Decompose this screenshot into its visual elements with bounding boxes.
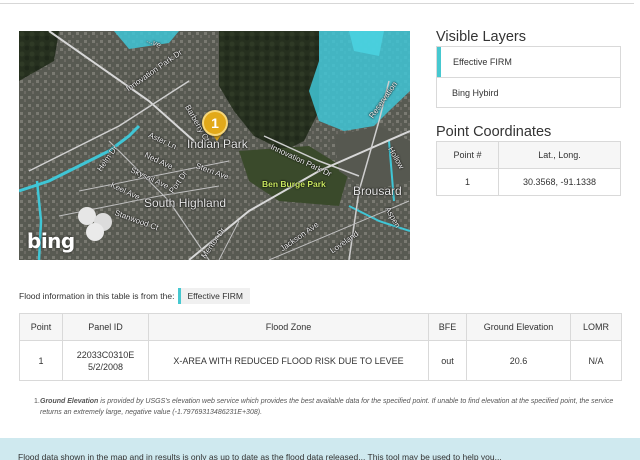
map-point-marker[interactable]: 1 xyxy=(202,110,228,136)
visible-layers-title: Visible Layers xyxy=(436,29,527,45)
table-row: 1 30.3568, -91.1338 xyxy=(436,168,621,196)
map-view[interactable]: Innovation Park Dr Barberry Ct Aster Ln … xyxy=(19,31,410,260)
cell-bfe: out xyxy=(428,340,467,381)
flood-source-prefix: Flood information in this table is from … xyxy=(19,291,175,301)
bottom-banner-text: Flood data shown in the map and in resul… xyxy=(18,452,502,460)
col-header-lomr: LOMR xyxy=(570,313,622,341)
map-label-ben-burge-park: Ben Burge Park xyxy=(262,179,326,189)
top-divider xyxy=(0,3,634,4)
point-coordinates-title: Point Coordinates xyxy=(436,124,552,140)
flood-source-line: Flood information in this table is from … xyxy=(19,288,251,304)
panel-id-value: 22033C0310E xyxy=(76,349,135,360)
flood-source-badge: Effective FIRM xyxy=(178,288,251,304)
col-header-point: Point xyxy=(19,313,63,341)
col-header-bfe: BFE xyxy=(428,313,467,341)
col-header-panel-id: Panel ID xyxy=(62,313,149,341)
bottom-info-banner: Flood data shown in the map and in resul… xyxy=(0,438,640,460)
flood-info-table: Point Panel ID Flood Zone BFE Ground Ele… xyxy=(19,313,622,381)
cell-panel-id: 22033C0310E 5/2/2008 xyxy=(62,340,149,381)
panel-date-value: 5/2/2008 xyxy=(87,361,124,372)
cell-point: 1 xyxy=(436,168,499,196)
layer-item-effective-firm[interactable]: Effective FIRM xyxy=(437,47,620,77)
map-label-south-highland: South Highland xyxy=(144,196,227,210)
table-row: 1 22033C0310E 5/2/2008 X-AREA WITH REDUC… xyxy=(19,340,622,381)
cell-point: 1 xyxy=(19,340,63,381)
footnote-term: Ground Elevation xyxy=(40,398,99,405)
layer-item-bing-hybird[interactable]: Bing Hybird xyxy=(437,77,620,107)
table-header-row: Point Panel ID Flood Zone BFE Ground Ele… xyxy=(19,313,622,341)
table-header-row: Point # Lat., Long. xyxy=(436,141,621,169)
layers-list: Effective FIRM Bing Hybird xyxy=(436,46,621,108)
cell-lomr: N/A xyxy=(570,340,622,381)
map-label-brousard: Brousard xyxy=(353,184,402,198)
col-header-point: Point # xyxy=(436,141,499,169)
footnote-number: 1. xyxy=(34,398,40,405)
cell-flood-zone: X-AREA WITH REDUCED FLOOD RISK DUE TO LE… xyxy=(148,340,429,381)
footnote-text: is provided by USGS's elevation web serv… xyxy=(40,398,614,416)
col-header-flood-zone: Flood Zone xyxy=(148,313,429,341)
cell-lat-long: 30.3568, -91.1338 xyxy=(498,168,621,196)
point-coordinates-table: Point # Lat., Long. 1 30.3568, -91.1338 xyxy=(436,141,621,196)
footnote: 1. Ground Elevation is provided by USGS'… xyxy=(34,397,625,418)
cell-ground-elevation: 20.6 xyxy=(466,340,571,381)
col-header-ground-elevation: Ground Elevation xyxy=(466,313,571,341)
col-header-lat-long: Lat., Long. xyxy=(498,141,621,169)
bing-logo: bing xyxy=(27,229,75,253)
